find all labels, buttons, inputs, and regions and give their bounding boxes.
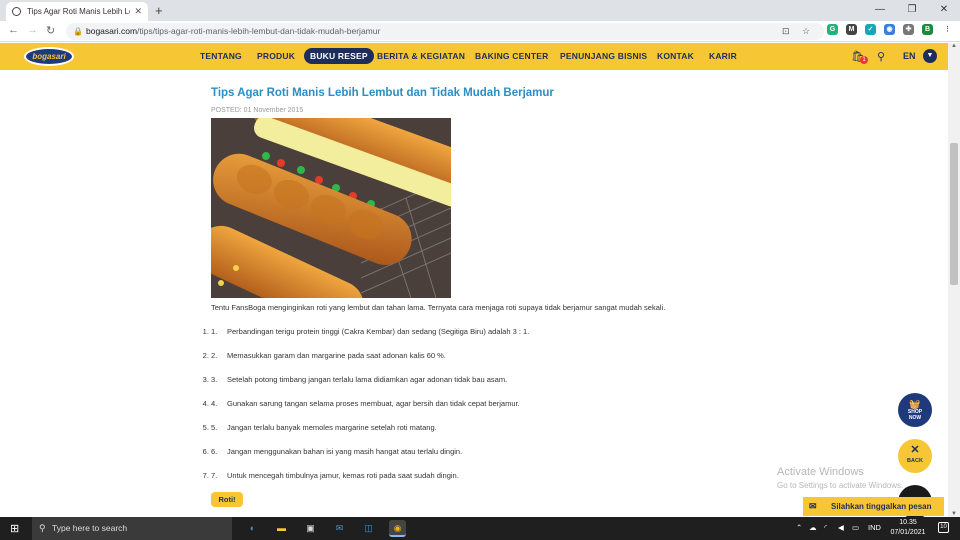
- extensions-puzzle-icon[interactable]: ✚: [903, 24, 914, 35]
- nav-karir[interactable]: KARIR: [709, 51, 737, 61]
- site-favicon-icon: [12, 7, 21, 16]
- tab-strip: Tips Agar Roti Manis Lebih Lemb ✕ + — ❐ …: [0, 0, 960, 21]
- address-bar[interactable]: 🔒 bogasari.com/tips/tips-agar-roti-manis…: [66, 23, 824, 40]
- nav-baking-center[interactable]: BAKING CENTER: [475, 51, 548, 61]
- search-placeholder: Type here to search: [52, 523, 128, 533]
- mail-extension-icon[interactable]: M: [846, 24, 857, 35]
- scroll-up-icon[interactable]: ▲: [948, 43, 960, 49]
- tray-chevron-up-icon[interactable]: ⌃: [796, 523, 802, 532]
- list-item: 5.Jangan terlalu banyak memoles margarin…: [211, 423, 437, 432]
- nav-berita-kegiatan[interactable]: BERITA & KEGIATAN: [377, 51, 465, 61]
- window-controls: — ❐ ✕: [864, 0, 960, 21]
- account-extension-icon[interactable]: ◉: [884, 24, 895, 35]
- chat-label: Silahkan tinggalkan pesan: [831, 502, 932, 511]
- forward-arrow-icon[interactable]: →: [27, 24, 38, 36]
- language-selector[interactable]: EN: [903, 51, 916, 61]
- shield-extension-icon[interactable]: ✓: [865, 24, 876, 35]
- tab-title: Tips Agar Roti Manis Lebih Lemb: [27, 7, 130, 16]
- profile-avatar[interactable]: B: [922, 24, 933, 35]
- basket-icon: 🧺: [909, 399, 921, 409]
- wifi-icon[interactable]: ◜: [824, 523, 827, 532]
- article-hero-image: [211, 118, 451, 298]
- close-tab-icon[interactable]: ✕: [134, 6, 142, 17]
- nav-kontak[interactable]: KONTAK: [657, 51, 694, 61]
- grammarly-extension-icon[interactable]: G: [827, 24, 838, 35]
- browser-tab[interactable]: Tips Agar Roti Manis Lebih Lemb ✕: [6, 2, 148, 21]
- nav-penunjang-bisnis[interactable]: PENUNJANG BISNIS: [560, 51, 647, 61]
- url-path: /tips/tips-agar-roti-manis-lebih-lembut-…: [137, 26, 381, 36]
- back-button[interactable]: ✕ BACK: [898, 439, 932, 473]
- lock-icon: 🔒: [73, 27, 83, 36]
- file-explorer-icon[interactable]: ▬: [273, 520, 290, 537]
- chat-widget[interactable]: ✉ Silahkan tinggalkan pesan: [803, 497, 944, 516]
- windows-taskbar: ⊞ ⚲ Type here to search ◐ ▬ ▣ ✉ ◫ ◉ ⌃ ☁ …: [0, 517, 960, 540]
- posted-date: POSTED: 01 November 2015: [211, 107, 304, 114]
- minimize-icon[interactable]: —: [864, 0, 896, 21]
- back-label: BACK: [907, 458, 923, 464]
- list-item: 2.Memasukkan garam dan margarine pada sa…: [211, 351, 446, 360]
- bookmark-star-icon[interactable]: ☆: [802, 23, 810, 40]
- search-icon[interactable]: ⚲: [877, 50, 885, 63]
- reload-icon[interactable]: ↻: [46, 24, 55, 37]
- new-tab-button[interactable]: +: [155, 3, 163, 18]
- notification-center-icon[interactable]: 10: [938, 522, 949, 533]
- restore-icon[interactable]: ❐: [896, 0, 928, 21]
- browser-toolbar: ← → ↻ 🔒 bogasari.com/tips/tips-agar-roti…: [0, 21, 960, 42]
- system-clock[interactable]: 10.35 07/01/2021: [888, 518, 928, 538]
- page-scrollbar[interactable]: ▲ ▼: [948, 43, 960, 517]
- tag-roti[interactable]: Roti!: [211, 492, 243, 507]
- activate-windows-subtitle: Go to Settings to activate Windows.: [777, 481, 904, 490]
- nav-produk[interactable]: PRODUK: [257, 51, 295, 61]
- cart-badge: 1: [860, 56, 868, 64]
- chevron-down-icon[interactable]: ▼: [923, 49, 937, 63]
- list-item: 4.Gunakan sarung tangan selama proses me…: [211, 399, 520, 408]
- clock-time: 10.35: [899, 519, 917, 526]
- close-window-icon[interactable]: ✕: [928, 0, 960, 21]
- activate-windows-title: Activate Windows: [777, 466, 864, 478]
- search-icon: ⚲: [39, 523, 46, 533]
- mail-icon: ✉: [809, 501, 817, 511]
- shop-now-button[interactable]: 🧺 SHOP NOW: [898, 393, 932, 427]
- input-language[interactable]: IND: [868, 523, 881, 532]
- nav-buku-resep[interactable]: BUKU RESEP: [304, 48, 374, 64]
- now-label: NOW: [908, 415, 922, 421]
- edge-icon[interactable]: ◐: [244, 520, 261, 537]
- windows-start-icon[interactable]: ⊞: [10, 522, 19, 535]
- bread-photo-illustration: [211, 118, 451, 298]
- tray-app-icon[interactable]: ☁: [809, 523, 817, 532]
- list-item: 3.Setelah potong timbang jangan terlalu …: [211, 375, 507, 384]
- bogasari-logo[interactable]: bogasari: [24, 47, 74, 66]
- taskbar-search[interactable]: ⚲ Type here to search: [32, 517, 232, 540]
- mail-app-icon[interactable]: ✉: [331, 520, 348, 537]
- article-title: Tips Agar Roti Manis Lebih Lembut dan Ti…: [211, 87, 554, 99]
- site-navbar: [0, 43, 948, 70]
- app-icon[interactable]: ◫: [360, 520, 377, 537]
- list-item: 1.Perbandingan terigu protein tinggi (Ca…: [211, 327, 529, 336]
- back-arrow-icon[interactable]: ←: [8, 24, 19, 36]
- battery-icon[interactable]: ▭: [852, 523, 859, 532]
- clock-date: 07/01/2021: [890, 529, 926, 536]
- close-icon: ✕: [910, 444, 920, 456]
- list-item: 7.Untuk mencegah timbulnya jamur, kemas …: [211, 471, 459, 480]
- store-icon[interactable]: ▣: [302, 520, 319, 537]
- scrollbar-thumb[interactable]: [950, 143, 958, 285]
- nav-tentang[interactable]: TENTANG: [200, 51, 242, 61]
- url-host: bogasari.com: [86, 26, 138, 36]
- menu-dots-icon[interactable]: ⋮: [942, 24, 953, 35]
- chrome-icon[interactable]: ◉: [389, 520, 406, 537]
- volume-icon[interactable]: ◀: [838, 523, 844, 532]
- list-item: 6.Jangan menggunakan bahan isi yang masi…: [211, 447, 462, 456]
- translate-icon[interactable]: ⊡: [782, 23, 790, 40]
- article-intro: Tentu FansBoga menginginkan roti yang le…: [211, 303, 666, 312]
